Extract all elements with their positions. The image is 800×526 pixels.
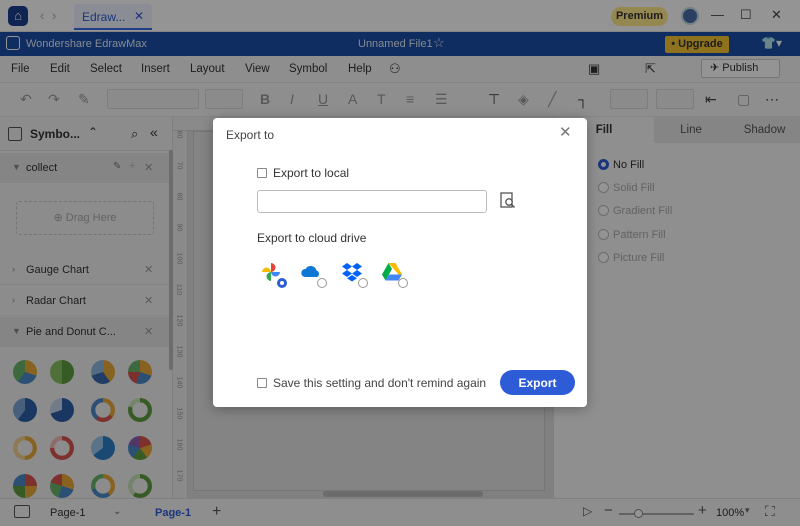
- google-drive-radio[interactable]: [398, 278, 408, 288]
- onedrive-radio[interactable]: [317, 278, 327, 288]
- export-local-checkbox[interactable]: [257, 168, 267, 178]
- export-button[interactable]: Export: [500, 370, 575, 395]
- export-path-input[interactable]: [257, 190, 487, 213]
- browse-folder-icon[interactable]: [500, 192, 516, 210]
- export-local-label: Export to local: [273, 166, 350, 180]
- google-photos-radio[interactable]: [277, 278, 287, 288]
- save-setting-label: Save this setting and don't remind again: [273, 376, 487, 390]
- dropbox-radio[interactable]: [358, 278, 368, 288]
- cloud-drive-label: Export to cloud drive: [257, 231, 367, 245]
- close-icon[interactable]: ✕: [559, 123, 572, 141]
- dialog-title: Export to: [226, 128, 275, 142]
- export-dialog: Export to ✕ Export to local Export to cl…: [213, 118, 587, 407]
- save-setting-checkbox[interactable]: [257, 378, 267, 388]
